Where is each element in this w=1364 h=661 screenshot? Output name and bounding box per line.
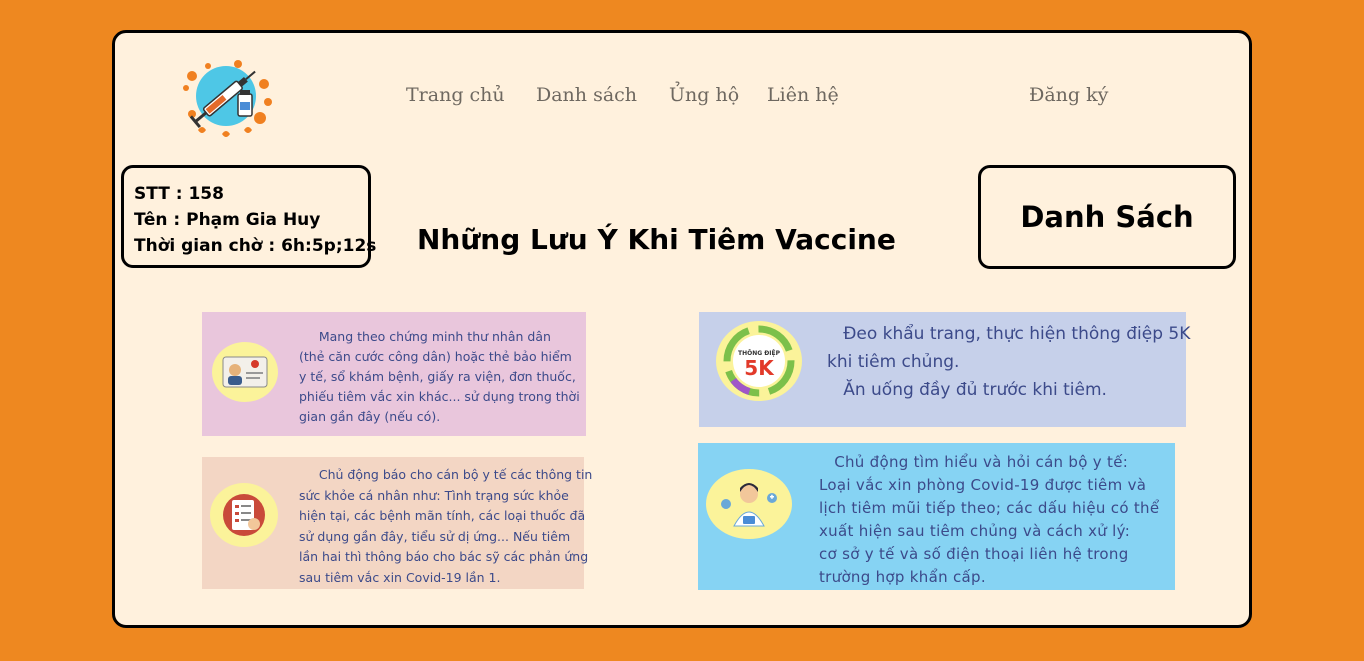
note-line: sức khỏe cá nhân như: Tình trạng sức khỏ… xyxy=(299,487,569,503)
note-line: phiếu tiêm vắc xin khác... sử dụng trong… xyxy=(299,389,580,404)
message-5k-icon: THÔNG ĐIỆP 5K xyxy=(716,321,802,401)
note-card-health-info: Chủ động báo cho cán bộ y tế các thông t… xyxy=(202,457,592,589)
id-card-icon xyxy=(212,342,278,402)
note-line: Chủ động báo cho cán bộ y tế các thông t… xyxy=(299,467,593,482)
badge-main-text: 5K xyxy=(744,356,775,380)
note-text: Chủ động báo cho cán bộ y tế các thông t… xyxy=(299,465,592,588)
note-line: sau tiêm vắc xin Covid-19 lần 1. xyxy=(299,569,501,585)
note-line: lần hai thì thông báo cho bác sỹ các phả… xyxy=(299,549,589,564)
vaccine-syringe-logo-icon[interactable] xyxy=(178,56,274,142)
health-checklist-icon xyxy=(210,483,278,547)
note-line: lịch tiêm mũi tiếp theo; các dấu hiệu có… xyxy=(819,499,1160,517)
note-line: y tế, sổ khám bệnh, giấy ra viện, đơn th… xyxy=(299,369,576,384)
queue-info-box: STT : 158 Tên : Phạm Gia Huy Thời gian c… xyxy=(121,165,377,268)
doctor-icon xyxy=(706,469,792,539)
queue-number: STT : 158 xyxy=(134,184,224,204)
note-text: Đeo khẩu trang, thực hiện thông điệp 5K … xyxy=(827,320,1190,404)
note-line: Loại vắc xin phòng Covid-19 được tiêm và xyxy=(819,476,1147,494)
note-text: Chủ động tìm hiểu và hỏi cán bộ y tế: Lo… xyxy=(819,451,1159,589)
nav-contact-link[interactable]: Liên hệ xyxy=(767,84,839,106)
note-line: gian gần đây (nếu có). xyxy=(299,409,441,424)
nav-home-link[interactable]: Trang chủ xyxy=(406,84,505,106)
note-text: Mang theo chứng minh thư nhân dân (thẻ c… xyxy=(299,327,580,427)
note-line: hiện tại, các bệnh mãn tính, các loại th… xyxy=(299,508,586,523)
note-card-5k-message: THÔNG ĐIỆP 5K Đeo khẩu trang, thực hiện … xyxy=(699,312,1190,427)
note-line: xuất hiện sau tiêm chủng và cách xử lý: xyxy=(819,522,1131,540)
page-title: Những Lưu Ý Khi Tiêm Vaccine xyxy=(417,223,896,256)
note-card-documents: Mang theo chứng minh thư nhân dân (thẻ c… xyxy=(202,312,586,436)
nav-register-link[interactable]: Đăng ký xyxy=(1029,84,1108,106)
list-button[interactable]: Danh Sách xyxy=(978,165,1236,269)
note-card-ask-staff: Chủ động tìm hiểu và hỏi cán bộ y tế: Lo… xyxy=(698,443,1175,590)
note-line: cơ sở y tế và số điện thoại liên hệ tron… xyxy=(819,545,1129,563)
nav-support-link[interactable]: Ủng hộ xyxy=(669,84,739,106)
note-line: (thẻ căn cước công dân) hoặc thẻ bảo hiể… xyxy=(299,349,572,364)
note-line: sử dụng gần đây, tiểu sử dị ứng... Nếu t… xyxy=(299,528,571,544)
note-line: khi tiêm chủng. xyxy=(827,352,960,372)
note-line: Mang theo chứng minh thư nhân dân xyxy=(299,329,551,344)
note-line: Đeo khẩu trang, thực hiện thông điệp 5K xyxy=(827,324,1191,344)
note-line: Chủ động tìm hiểu và hỏi cán bộ y tế: xyxy=(819,453,1129,471)
wait-time: Thời gian chờ : 6h:5p;12s xyxy=(134,236,377,256)
patient-name: Tên : Phạm Gia Huy xyxy=(134,210,321,230)
nav-list-link[interactable]: Danh sách xyxy=(536,84,637,106)
note-line: trường hợp khẩn cấp. xyxy=(819,568,986,586)
note-line: Ăn uống đầy đủ trước khi tiêm. xyxy=(827,380,1107,400)
